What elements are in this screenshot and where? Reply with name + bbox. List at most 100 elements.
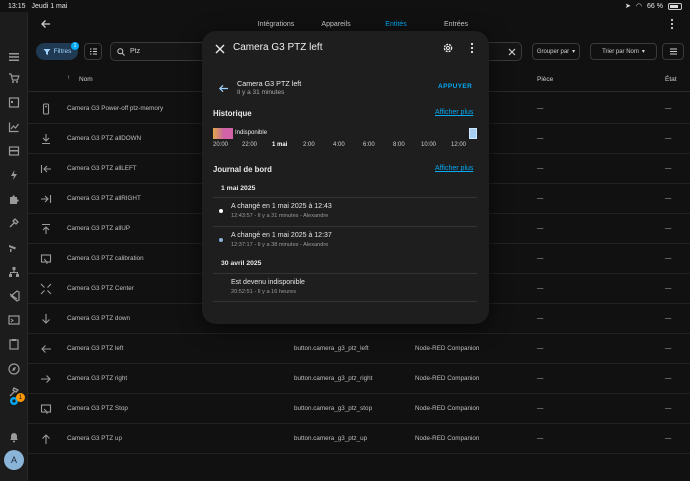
sidebar-clipboard-icon[interactable] <box>7 337 21 351</box>
sidebar-vscode-icon[interactable] <box>7 289 21 303</box>
sidebar-energy-icon[interactable] <box>7 168 21 182</box>
filters-label: Filtres <box>53 48 72 55</box>
status-bar: 13:15 Jeudi 1 mai ➤ ◠ 66 % <box>0 0 690 12</box>
sidebar-camera-icon[interactable] <box>7 240 21 254</box>
logbook-date: 30 avril 2025 <box>221 260 262 267</box>
row-status: — <box>665 135 672 142</box>
table-row[interactable]: Camera G3 PTZ left button.camera_g3_ptz_… <box>28 334 690 364</box>
row-name: Camera G3 PTZ allLEFT <box>67 165 137 172</box>
sort-label: Trier par Nom <box>602 48 639 55</box>
row-name: Camera G3 PTZ up <box>67 435 122 442</box>
row-area: — <box>537 315 544 322</box>
row-area: — <box>537 435 544 442</box>
arrow-left-icon <box>218 84 229 93</box>
history-bar-segment[interactable] <box>213 128 223 139</box>
row-area: — <box>537 405 544 412</box>
sidebar-media-icon[interactable] <box>7 144 21 158</box>
press-button[interactable]: APPUYER <box>438 83 472 90</box>
clear-icon[interactable] <box>508 48 516 56</box>
row-area: — <box>537 165 544 172</box>
dialog-title: Camera G3 PTZ left <box>233 42 323 53</box>
search-icon <box>117 47 125 56</box>
history-state-label: Indisponible <box>235 130 268 136</box>
table-row[interactable]: Camera G3 PTZ right button.camera_g3_ptz… <box>28 364 690 394</box>
search-input[interactable]: Ptz <box>130 48 140 55</box>
history-show-more-link[interactable]: Afficher plus <box>435 109 473 116</box>
sort-arrow-up-icon[interactable]: ↑ <box>67 74 70 81</box>
row-name: Camera G3 PTZ Stop <box>67 405 128 412</box>
history-bar-segment[interactable] <box>469 128 477 139</box>
row-entity-id: button.camera_g3_ptz_right <box>294 375 373 382</box>
history-title: Historique <box>213 109 252 118</box>
row-area: — <box>537 255 544 262</box>
sidebar-bell-icon[interactable] <box>7 430 21 444</box>
row-area: — <box>537 105 544 112</box>
row-area: — <box>537 135 544 142</box>
status-time: 13:15 <box>8 2 26 10</box>
chevron-down-icon: ▾ <box>572 49 576 55</box>
logbook-show-more-link[interactable]: Afficher plus <box>435 165 473 172</box>
history-bar-segment[interactable] <box>223 128 233 139</box>
table-settings-button[interactable] <box>662 43 684 60</box>
row-status: — <box>665 435 672 442</box>
selection-mode-button[interactable] <box>84 43 102 60</box>
group-by-button[interactable]: Grouper par ▾ <box>532 43 580 60</box>
back-arrow-icon[interactable] <box>40 18 52 30</box>
gear-icon[interactable] <box>442 42 454 54</box>
column-status[interactable]: État <box>665 76 677 83</box>
avatar[interactable]: A <box>4 450 24 470</box>
close-icon[interactable] <box>214 43 226 55</box>
logbook-title: Journal de bord <box>213 165 272 174</box>
stop-icon <box>40 403 52 415</box>
arrow-down-icon <box>40 313 52 325</box>
sidebar-calendar-icon[interactable] <box>7 95 21 109</box>
row-name: Camera G3 PTZ right <box>67 375 128 382</box>
more-vert-icon[interactable] <box>666 18 678 30</box>
row-area: — <box>537 375 544 382</box>
row-name: Camera G3 PTZ down <box>67 315 130 322</box>
row-status: — <box>665 195 672 202</box>
table-row[interactable]: Camera G3 PTZ up button.camera_g3_ptz_up… <box>28 424 690 454</box>
row-entity-id: button.camera_g3_ptz_up <box>294 435 368 442</box>
logbook-divider <box>213 226 477 227</box>
sidebar-chart-icon[interactable] <box>7 120 21 134</box>
sidebar-compass-icon[interactable] <box>7 362 21 376</box>
arrow-collapse-down-icon <box>40 133 52 145</box>
remote-icon <box>40 103 52 115</box>
row-status: — <box>665 255 672 262</box>
logbook-dot <box>219 209 223 213</box>
chevron-down-icon: ▾ <box>641 49 645 55</box>
table-row[interactable]: Camera G3 PTZ Stop button.camera_g3_ptz_… <box>28 394 690 424</box>
history-tick: 6:00 <box>363 142 375 148</box>
entity-dialog: Camera G3 PTZ left Camera G3 PTZ left Il… <box>202 31 489 324</box>
row-area: — <box>537 345 544 352</box>
notification-badge: 1 <box>16 393 25 402</box>
column-area[interactable]: Pièce <box>537 76 553 83</box>
sort-button[interactable]: Trier par Nom ▾ <box>590 43 657 60</box>
more-vert-icon[interactable] <box>466 42 478 54</box>
logbook-date: 1 mai 2025 <box>221 185 256 192</box>
tune-icon <box>669 48 677 55</box>
sidebar-terminal-icon[interactable] <box>7 313 21 327</box>
history-tick: 2:00 <box>303 142 315 148</box>
history-tick: 22:00 <box>242 142 258 148</box>
sidebar-tools-icon[interactable] <box>7 216 21 230</box>
sidebar-shopping-cart-icon[interactable] <box>7 71 21 85</box>
logbook-entry-text: Est devenu indisponible <box>231 279 305 286</box>
row-name: Camera G3 PTZ calibration <box>67 255 144 262</box>
status-date: Jeudi 1 mai <box>31 2 68 10</box>
arrow-left-icon <box>40 343 52 355</box>
logbook-dot <box>219 238 223 242</box>
row-status: — <box>665 375 672 382</box>
sidebar-puzzle-icon[interactable] <box>7 192 21 206</box>
row-integration: Node-RED Companion <box>415 375 480 382</box>
row-area: — <box>537 225 544 232</box>
column-name[interactable]: Nom <box>79 76 93 83</box>
row-entity-id: button.camera_g3_ptz_left <box>294 345 369 352</box>
sidebar-overview-icon[interactable] <box>7 50 21 64</box>
group-by-label: Grouper par <box>536 48 570 55</box>
sidebar-network-icon[interactable] <box>7 265 21 279</box>
row-area: — <box>537 195 544 202</box>
sidebar: 1 A <box>0 12 28 481</box>
arrow-collapse-right-icon <box>40 193 52 205</box>
